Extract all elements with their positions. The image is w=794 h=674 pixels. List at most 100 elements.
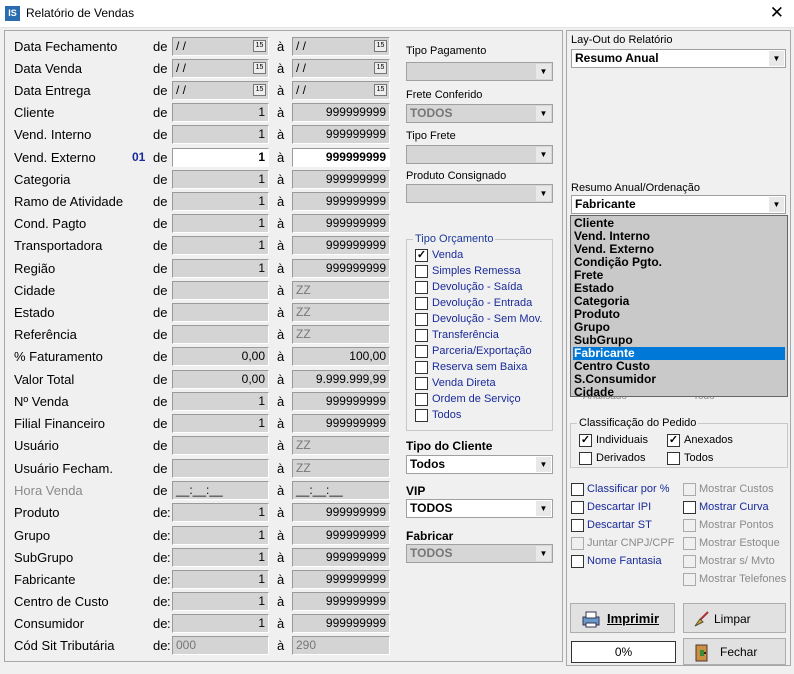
calendar-icon[interactable]: 15 [374, 62, 387, 74]
ordenacao-select[interactable]: Fabricante ▼ [571, 195, 786, 214]
fabricar-select[interactable]: TODOS ▼ [406, 544, 553, 563]
option-checkbox[interactable] [683, 537, 696, 550]
tipo-orcamento-checkbox[interactable] [415, 329, 428, 342]
option-label[interactable]: Mostrar Estoque [699, 537, 780, 549]
from-field[interactable]: 0,00 [172, 347, 269, 366]
from-field[interactable]: 1 [172, 125, 269, 144]
tipo-orcamento-option[interactable]: Transferência [432, 329, 499, 341]
tipo-orcamento-checkbox[interactable] [415, 345, 428, 358]
from-field[interactable]: 1 [172, 148, 269, 167]
option-label[interactable]: Mostrar Curva [699, 501, 769, 513]
option-label[interactable]: Mostrar s/ Mvto [699, 555, 775, 567]
from-field[interactable]: 1 [172, 526, 269, 545]
to-field[interactable]: 999999999 [292, 214, 390, 233]
limpar-button[interactable]: Limpar [683, 603, 786, 633]
option-label[interactable]: Mostrar Telefones [699, 573, 786, 585]
tipo-cliente-select[interactable]: Todos ▼ [406, 455, 553, 474]
to-field[interactable]: __:__:__ [292, 481, 390, 500]
calendar-icon[interactable]: 15 [374, 84, 387, 96]
to-field[interactable]: 999999999 [292, 236, 390, 255]
to-field[interactable]: ZZ [292, 459, 390, 478]
tipo-orcamento-option[interactable]: Devolução - Entrada [432, 297, 532, 309]
option-checkbox[interactable] [571, 483, 584, 496]
tipo-pagamento-select[interactable]: ▼ [406, 62, 553, 81]
from-field[interactable]: 1 [172, 214, 269, 233]
from-field[interactable]: __:__:__ [172, 481, 269, 500]
to-field[interactable]: 999999999 [292, 614, 390, 633]
classificacao-option[interactable]: Todos [684, 452, 713, 464]
to-field[interactable]: 999999999 [292, 526, 390, 545]
close-icon[interactable]: ✕ [770, 3, 784, 23]
to-field[interactable]: ZZ [292, 281, 390, 300]
classificacao-checkbox[interactable]: ✓ [667, 434, 680, 447]
layout-select[interactable]: Resumo Anual ▼ [571, 49, 786, 68]
tipo-orcamento-checkbox[interactable] [415, 265, 428, 278]
classificacao-checkbox[interactable] [667, 452, 680, 465]
tipo-orcamento-checkbox[interactable] [415, 313, 428, 326]
to-field[interactable]: 290 [292, 636, 390, 655]
tipo-orcamento-option[interactable]: Parceria/Exportação [432, 345, 532, 357]
option-checkbox[interactable] [571, 537, 584, 550]
from-field[interactable]: / /15 [172, 81, 269, 100]
from-field[interactable]: 000 [172, 636, 269, 655]
from-field[interactable]: 1 [172, 259, 269, 278]
from-field[interactable]: 1 [172, 192, 269, 211]
from-field[interactable]: 1 [172, 570, 269, 589]
tipo-orcamento-option[interactable]: Venda Direta [432, 377, 496, 389]
from-field[interactable]: 1 [172, 392, 269, 411]
from-field[interactable] [172, 459, 269, 478]
to-field[interactable]: 999999999 [292, 259, 390, 278]
ordenacao-dropdown-list[interactable]: Cliente Vend. Interno Vend. Externo Condiçã… [570, 215, 788, 399]
from-field[interactable]: 1 [172, 592, 269, 611]
from-field[interactable]: 1 [172, 103, 269, 122]
to-field[interactable]: / /15 [292, 37, 390, 56]
to-field[interactable]: 999999999 [292, 414, 390, 433]
classificacao-checkbox[interactable]: ✓ [579, 434, 592, 447]
calendar-icon[interactable]: 15 [253, 40, 266, 52]
from-field[interactable]: 1 [172, 548, 269, 567]
from-field[interactable]: 1 [172, 414, 269, 433]
to-field[interactable]: 999999999 [292, 103, 390, 122]
tipo-orcamento-checkbox[interactable] [415, 297, 428, 310]
to-field[interactable]: 999999999 [292, 592, 390, 611]
tipo-frete-select[interactable]: ▼ [406, 145, 553, 164]
from-field[interactable]: 1 [172, 170, 269, 189]
tipo-orcamento-option[interactable]: Venda [432, 249, 463, 261]
from-field[interactable]: / /15 [172, 59, 269, 78]
to-field[interactable]: 100,00 [292, 347, 390, 366]
tipo-orcamento-checkbox[interactable] [415, 377, 428, 390]
from-field[interactable] [172, 303, 269, 322]
tipo-orcamento-option[interactable]: Devolução - Saída [432, 281, 523, 293]
from-field[interactable] [172, 281, 269, 300]
option-checkbox[interactable] [571, 519, 584, 532]
from-field[interactable]: 0,00 [172, 370, 269, 389]
to-field[interactable]: 999999999 [292, 570, 390, 589]
option-label[interactable]: Descartar IPI [587, 501, 651, 513]
tipo-orcamento-checkbox[interactable] [415, 393, 428, 406]
option-checkbox[interactable] [683, 519, 696, 532]
classificacao-option[interactable]: Anexados [684, 434, 733, 446]
to-field[interactable]: 999999999 [292, 148, 390, 167]
from-field[interactable]: 1 [172, 614, 269, 633]
option-checkbox[interactable] [571, 555, 584, 568]
calendar-icon[interactable]: 15 [253, 62, 266, 74]
classificacao-option[interactable]: Derivados [596, 452, 646, 464]
to-field[interactable]: 999999999 [292, 503, 390, 522]
option-label[interactable]: Descartar ST [587, 519, 652, 531]
tipo-orcamento-checkbox[interactable] [415, 409, 428, 422]
to-field[interactable]: 999999999 [292, 125, 390, 144]
tipo-orcamento-option[interactable]: Todos [432, 409, 461, 421]
tipo-orcamento-option[interactable]: Simples Remessa [432, 265, 521, 277]
tipo-orcamento-option[interactable]: Ordem de Serviço [432, 393, 521, 405]
option-checkbox[interactable] [683, 483, 696, 496]
classificacao-option[interactable]: Individuais [596, 434, 648, 446]
to-field[interactable]: ZZ [292, 303, 390, 322]
to-field[interactable]: / /15 [292, 59, 390, 78]
classificacao-checkbox[interactable] [579, 452, 592, 465]
to-field[interactable]: 999999999 [292, 548, 390, 567]
calendar-icon[interactable]: 15 [374, 40, 387, 52]
tipo-orcamento-checkbox[interactable] [415, 361, 428, 374]
fechar-button[interactable]: Fechar [683, 638, 786, 665]
vip-select[interactable]: TODOS ▼ [406, 499, 553, 518]
to-field[interactable]: ZZ [292, 436, 390, 455]
